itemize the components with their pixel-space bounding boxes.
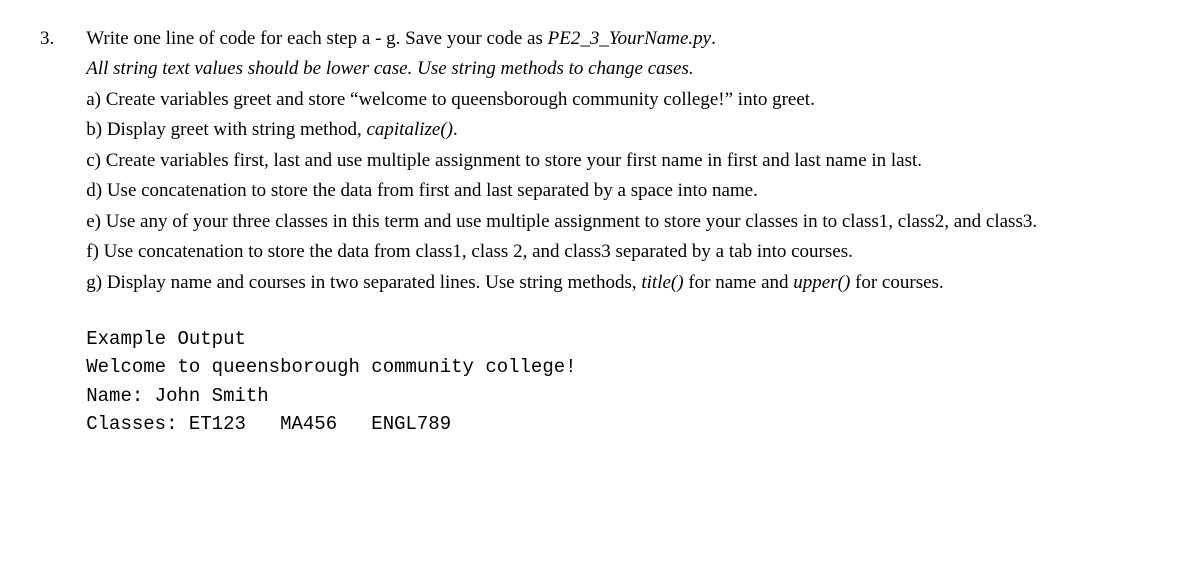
- step-e: e) Use any of your three classes in this…: [86, 207, 1160, 236]
- step-b-text: b) Display greet with string method,: [86, 119, 366, 140]
- step-g-text-3: for courses.: [850, 272, 943, 293]
- question-number: 3.: [40, 24, 54, 53]
- instruction-text-end: .: [711, 28, 716, 49]
- step-g-text-1: g) Display name and courses in two separ…: [86, 272, 641, 293]
- step-b: b) Display greet with string method, cap…: [86, 115, 1160, 144]
- step-a: a) Create variables greet and store “wel…: [86, 85, 1160, 114]
- example-line-1: Welcome to queensborough community colle…: [86, 353, 1160, 382]
- step-b-end: .: [453, 119, 458, 140]
- step-g: g) Display name and courses in two separ…: [86, 268, 1160, 297]
- example-output: Example OutputWelcome to queensborough c…: [86, 325, 1160, 439]
- step-g-text-2: for name and: [684, 272, 794, 293]
- step-c: c) Create variables first, last and use …: [86, 146, 1160, 175]
- instruction-text: Write one line of code for each step a -…: [86, 28, 547, 49]
- step-b-method: capitalize(): [366, 119, 453, 140]
- filename-italic: PE2_3_YourName.py: [548, 28, 711, 49]
- step-f: f) Use concatenation to store the data f…: [86, 237, 1160, 266]
- example-line-2: Name: John Smith: [86, 382, 1160, 411]
- instruction-line-1: Write one line of code for each step a -…: [86, 24, 1160, 53]
- example-line-3: Classes: ET123 MA456 ENGL789: [86, 410, 1160, 439]
- instruction-line-2: All string text values should be lower c…: [86, 54, 1160, 83]
- step-g-method-1: title(): [641, 272, 683, 293]
- example-header: Example Output: [86, 325, 1160, 354]
- question-content: Write one line of code for each step a -…: [86, 24, 1160, 439]
- step-g-method-2: upper(): [793, 272, 850, 293]
- step-d: d) Use concatenation to store the data f…: [86, 176, 1160, 205]
